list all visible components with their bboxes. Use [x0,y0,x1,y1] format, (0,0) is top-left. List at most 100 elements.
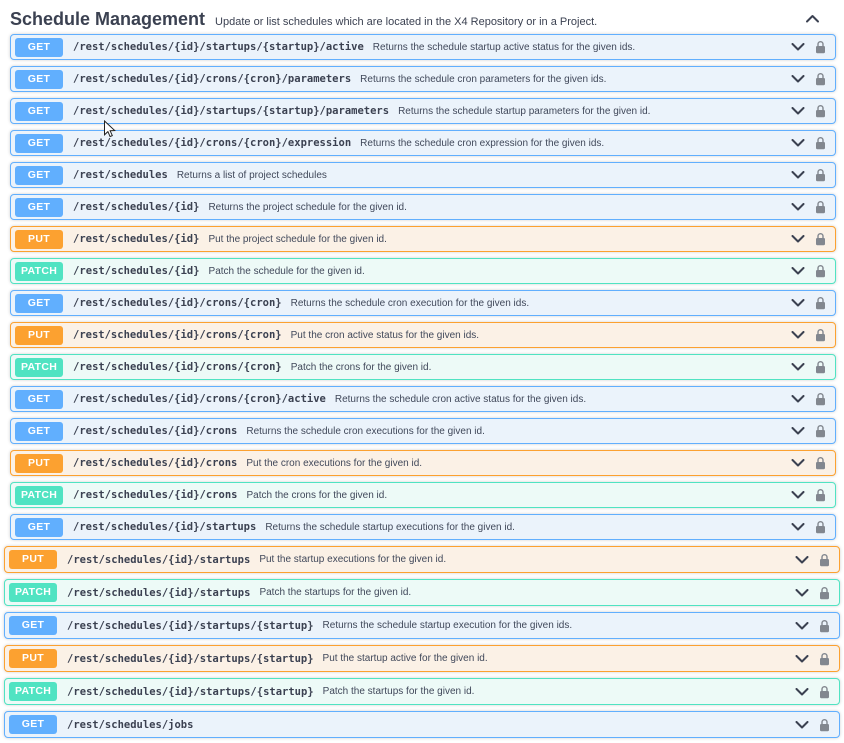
endpoint-row[interactable]: GET /rest/schedules/{id}/crons/{cron}/ex… [10,130,836,156]
endpoint-row[interactable]: PUT /rest/schedules/{id}/crons/{cron} Pu… [10,322,836,348]
endpoint-path[interactable]: /rest/schedules/{id}/crons [73,457,237,469]
authorize-button[interactable] [815,520,826,534]
endpoint-row[interactable]: GET /rest/schedules/jobs [4,711,840,738]
expand-operation-button[interactable] [791,459,805,467]
endpoint-path[interactable]: /rest/schedules/{id}/crons [73,489,237,501]
expand-operation-button[interactable] [791,523,805,531]
endpoint-row[interactable]: PATCH /rest/schedules/{id}/startups/{sta… [4,678,840,705]
endpoint-row[interactable]: PATCH /rest/schedules/{id} Patch the sch… [10,258,836,284]
expand-operation-button[interactable] [791,75,805,83]
expand-operation-button[interactable] [795,688,809,696]
authorize-button[interactable] [819,586,830,600]
expand-operation-button[interactable] [791,43,805,51]
endpoint-row[interactable]: PATCH /rest/schedules/{id}/crons Patch t… [10,482,836,508]
authorize-button[interactable] [815,456,826,470]
authorize-button[interactable] [815,392,826,406]
expand-operation-button[interactable] [791,331,805,339]
endpoint-path[interactable]: /rest/schedules/{id}/crons/{cron} [73,297,282,309]
expand-operation-button[interactable] [791,171,805,179]
chevron-down-icon [791,139,805,147]
endpoint-row[interactable]: GET /rest/schedules/{id}/startups/{start… [10,34,836,60]
authorize-button[interactable] [819,619,830,633]
endpoint-row[interactable]: PUT /rest/schedules/{id}/startups Put th… [4,546,840,573]
authorize-button[interactable] [819,652,830,666]
endpoint-path[interactable]: /rest/schedules/{id}/startups/{startup} [67,686,314,698]
endpoint-row[interactable]: PUT /rest/schedules/{id}/startups/{start… [4,645,840,672]
row-controls [791,392,826,406]
chevron-down-icon [791,235,805,243]
authorize-button[interactable] [815,200,826,214]
expand-operation-button[interactable] [795,622,809,630]
endpoint-row[interactable]: GET /rest/schedules/{id}/crons/{cron}/ac… [10,386,836,412]
expand-operation-button[interactable] [791,139,805,147]
endpoint-row[interactable]: GET /rest/schedules/{id}/startups/{start… [4,612,840,639]
endpoint-path[interactable]: /rest/schedules/{id}/startups/{startup} [67,620,314,632]
authorize-button[interactable] [815,72,826,86]
expand-operation-button[interactable] [791,203,805,211]
expand-operation-button[interactable] [791,235,805,243]
expand-operation-button[interactable] [791,491,805,499]
endpoint-path[interactable]: /rest/schedules [73,169,168,181]
section-title: Schedule Management [10,9,205,30]
endpoint-row[interactable]: GET /rest/schedules/{id}/crons Returns t… [10,418,836,444]
lock-icon [815,72,826,86]
endpoint-row[interactable]: PUT /rest/schedules/{id} Put the project… [10,226,836,252]
endpoint-path[interactable]: /rest/schedules/{id} [73,201,199,213]
authorize-button[interactable] [815,264,826,278]
endpoint-row[interactable]: GET /rest/schedules/{id}/crons/{cron} Re… [10,290,836,316]
authorize-button[interactable] [819,685,830,699]
endpoint-path[interactable]: /rest/schedules/{id}/crons/{cron}/active [73,393,326,405]
expand-operation-button[interactable] [795,721,809,729]
row-controls [791,200,826,214]
expand-operation-button[interactable] [791,395,805,403]
endpoint-row[interactable]: PUT /rest/schedules/{id}/crons Put the c… [10,450,836,476]
endpoint-path[interactable]: /rest/schedules/{id}/startups [67,554,250,566]
authorize-button[interactable] [815,232,826,246]
endpoint-path[interactable]: /rest/schedules/{id}/startups/{startup}/… [73,105,389,117]
authorize-button[interactable] [815,360,826,374]
expand-operation-button[interactable] [791,363,805,371]
authorize-button[interactable] [815,296,826,310]
endpoint-path[interactable]: /rest/schedules/{id} [73,233,199,245]
authorize-button[interactable] [819,553,830,567]
endpoint-path[interactable]: /rest/schedules/{id}/crons/{cron} [73,361,282,373]
authorize-button[interactable] [815,104,826,118]
authorize-button[interactable] [819,718,830,732]
endpoint-row[interactable]: GET /rest/schedules/{id}/crons/{cron}/pa… [10,66,836,92]
authorize-button[interactable] [815,40,826,54]
http-method-badge: GET [9,715,57,734]
authorize-button[interactable] [815,328,826,342]
endpoint-path[interactable]: /rest/schedules/{id}/crons [73,425,237,437]
expand-operation-button[interactable] [791,299,805,307]
endpoint-path[interactable]: /rest/schedules/{id}/startups/{startup}/… [73,41,364,53]
endpoint-path[interactable]: /rest/schedules/{id}/crons/{cron}/parame… [73,73,351,85]
endpoint-path[interactable]: /rest/schedules/{id} [73,265,199,277]
endpoint-path[interactable]: /rest/schedules/{id}/startups [67,587,250,599]
endpoint-path[interactable]: /rest/schedules/jobs [67,719,193,731]
endpoint-path[interactable]: /rest/schedules/{id}/crons/{cron} [73,329,282,341]
authorize-button[interactable] [815,136,826,150]
expand-operation-button[interactable] [795,589,809,597]
endpoint-path[interactable]: /rest/schedules/{id}/startups [73,521,256,533]
authorize-button[interactable] [815,488,826,502]
endpoint-row[interactable]: PATCH /rest/schedules/{id}/startups Patc… [4,579,840,606]
endpoint-row[interactable]: GET /rest/schedules Returns a list of pr… [10,162,836,188]
http-method-badge: GET [15,102,63,121]
endpoint-row[interactable]: GET /rest/schedules/{id}/startups Return… [10,514,836,540]
endpoint-row[interactable]: PATCH /rest/schedules/{id}/crons/{cron} … [10,354,836,380]
authorize-button[interactable] [815,168,826,182]
lock-icon [815,456,826,470]
expand-operation-button[interactable] [791,267,805,275]
row-controls [795,619,830,633]
expand-operation-button[interactable] [795,556,809,564]
endpoint-path[interactable]: /rest/schedules/{id}/startups/{startup} [67,653,314,665]
endpoint-row[interactable]: GET /rest/schedules/{id} Returns the pro… [10,194,836,220]
section-collapse-button[interactable] [803,12,822,25]
expand-operation-button[interactable] [791,427,805,435]
expand-operation-button[interactable] [795,655,809,663]
authorize-button[interactable] [815,424,826,438]
expand-operation-button[interactable] [791,107,805,115]
endpoint-row[interactable]: GET /rest/schedules/{id}/startups/{start… [10,98,836,124]
endpoint-path[interactable]: /rest/schedules/{id}/crons/{cron}/expres… [73,137,351,149]
http-method-badge: GET [15,38,63,57]
